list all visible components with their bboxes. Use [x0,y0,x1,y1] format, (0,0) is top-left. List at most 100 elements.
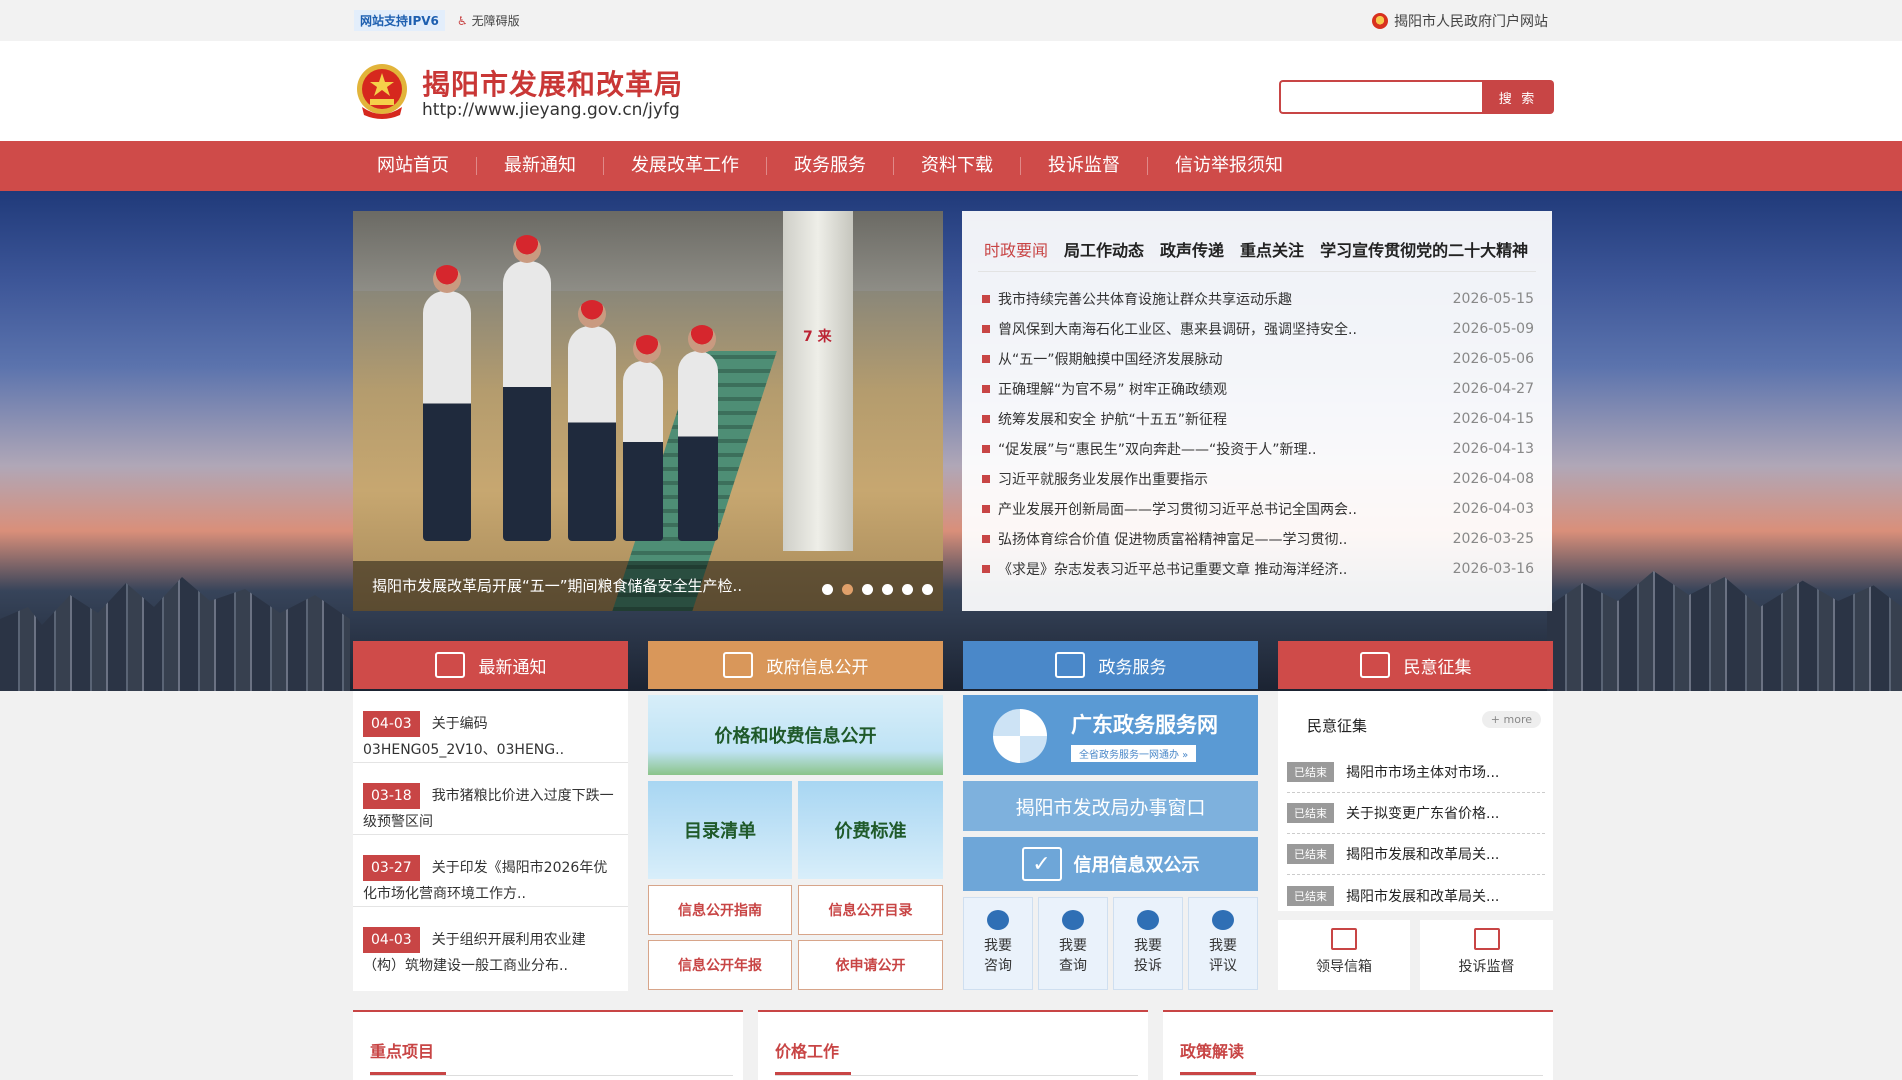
news-item[interactable]: 统筹发展和安全 护航“十五五”新征程 2026-04-15 [982,404,1534,434]
tab-voice[interactable]: 政声传递 [1160,237,1224,261]
review-button[interactable]: 我要评议 [1188,897,1258,990]
gd-gov-service-sub: 全省政务服务一网通办 » [1071,744,1197,762]
policy-interpretation-title[interactable]: 政策解读 [1180,1038,1244,1062]
info-request-link[interactable]: 依申请公开 [798,940,943,990]
key-projects-title[interactable]: 重点项目 [370,1038,434,1062]
opinion-text: 揭阳市发展和改革局关... [1346,888,1500,905]
divider [370,1075,733,1076]
exchange-icon [1359,652,1390,678]
news-item[interactable]: 从“五一”假期触摸中国经济发展脉动 2026-05-06 [982,344,1534,374]
info-annual-report-link[interactable]: 信息公开年报 [648,940,792,990]
news-title: 弘扬体育综合价值 促进物质富裕精神富足——学习贯彻.. [982,529,1347,549]
policy-interpretation-box: 政策解读 [1163,1010,1553,1080]
gd-gov-service-title: 广东政务服务网 [1071,712,1218,737]
slide-pillar: 7 来 [783,211,853,551]
notice-item[interactable]: 04-03 关于编码03HENG05_2V10、03HENG.. [353,691,628,763]
news-item[interactable]: 正确理解“为官不易” 树牢正确政绩观 2026-04-27 [982,374,1534,404]
more-link[interactable]: + more [1481,711,1541,728]
price-standard-banner[interactable]: 价费标准 [798,781,943,879]
section-gov-service-label: 政务服务 [1098,657,1167,678]
news-item[interactable]: “促发展”与“惠民生”双向奔赴——“投资于人”新理.. 2026-04-13 [982,434,1534,464]
gd-gov-service-banner[interactable]: 广东政务服务网 全省政务服务一网通办 » [963,695,1258,775]
nav-gov-service[interactable]: 政务服务 [767,157,894,175]
complain-button[interactable]: 我要投诉 [1113,897,1183,990]
nav-downloads[interactable]: 资料下载 [894,157,1021,175]
news-date: 2026-05-15 [1452,291,1534,307]
news-date: 2026-04-08 [1452,471,1534,487]
consult-label: 我要咨询 [984,938,1012,974]
price-info-banner[interactable]: 价格和收费信息公开 [648,695,943,775]
main-nav: 网站首页 最新通知 发展改革工作 政务服务 资料下载 投诉监督 信访举报须知 [0,141,1902,191]
news-item[interactable]: 产业发展开创新局面——学习贯彻习近平总书记全国两会.. 2026-04-03 [982,494,1534,524]
consult-button[interactable]: 我要咨询 [963,897,1033,990]
news-item[interactable]: 曾风保到大南海石化工业区、惠来县调研，强调坚持安全.. 2026-05-09 [982,314,1534,344]
tab-study[interactable]: 学习宣传贯彻党的二十大精神 [1320,237,1528,261]
notice-date-tag: 03-27 [363,855,420,881]
notice-item[interactable]: 03-27 关于印发《揭阳市2026年优化市场化营商环境工作方.. [353,835,628,907]
portal-link[interactable]: 揭阳市人民政府门户网站 [1372,11,1548,31]
nav-home[interactable]: 网站首页 [350,157,477,175]
credit-info-banner[interactable]: ✓ 信用信息双公示 [963,837,1258,891]
nav-complaint[interactable]: 投诉监督 [1021,157,1148,175]
chat-icon [987,910,1009,930]
news-item[interactable]: 《求是》杂志发表习近平总书记重要文章 推动海洋经济.. 2026-03-16 [982,554,1534,584]
opinion-item[interactable]: 已结束 揭阳市发展和改革局关... [1287,875,1545,916]
news-title: 产业发展开创新局面——学习贯彻习近平总书记全国两会.. [982,499,1357,519]
slider-dot[interactable] [902,584,913,595]
slider-dot[interactable] [862,584,873,595]
hero-background [0,191,1902,691]
section-opinion-header[interactable]: 民意征集 [1278,641,1553,689]
search-input[interactable] [1279,80,1482,114]
top-bar-left: 网站支持IPV6 ♿ 无障碍版 [354,10,520,31]
speech-bubble-icon [1212,910,1234,930]
catalog-list-banner[interactable]: 目录清单 [648,781,792,879]
notice-list: 04-03 关于编码03HENG05_2V10、03HENG.. 03-18 我市猪… [353,691,628,991]
opinion-item[interactable]: 已结束 揭阳市市场主体对市场... [1287,752,1545,793]
info-guide-link[interactable]: 信息公开指南 [648,885,792,935]
search-button[interactable]: 搜 索 [1482,80,1554,114]
ipv6-badge: 网站支持IPV6 [354,10,445,31]
nav-notice[interactable]: 最新通知 [477,157,604,175]
complaint-supervision-label: 投诉监督 [1458,959,1515,975]
section-gov-info-header[interactable]: 政府信息公开 [648,641,943,689]
slider-dot[interactable] [922,584,933,595]
complaint-supervision-button[interactable]: 投诉监督 [1420,920,1553,990]
nav-reform-work[interactable]: 发展改革工作 [604,157,767,175]
accessible-link[interactable]: ♿ 无障碍版 [457,12,520,29]
tab-focus[interactable]: 重点关注 [1240,237,1304,261]
section-gov-service-header[interactable]: 政务服务 [963,641,1258,689]
status-badge: 已结束 [1287,762,1334,782]
cityscape-right [1547,571,1902,691]
notice-item[interactable]: 03-18 我市猪粮比价进入过度下跌一级预警区间 [353,763,628,835]
search-icon [1062,910,1084,930]
news-title: 《求是》杂志发表习近平总书记重要文章 推动海洋经济.. [982,559,1347,579]
divider [1180,1075,1543,1076]
tab-bureau-news[interactable]: 局工作动态 [1064,237,1144,261]
section-notice-header[interactable]: 最新通知 [353,641,628,689]
service-window-banner[interactable]: 揭阳市发改局办事窗口 [963,781,1258,831]
leader-mailbox-button[interactable]: 领导信箱 [1278,920,1410,990]
slider-dot[interactable] [882,584,893,595]
slider-dot[interactable] [822,584,833,595]
news-item[interactable]: 弘扬体育综合价值 促进物质富裕精神富足——学习贯彻.. 2026-03-25 [982,524,1534,554]
search-bar: 搜 索 [1279,80,1554,114]
news-item[interactable]: 习近平就服务业发展作出重要指示 2026-04-08 [982,464,1534,494]
news-item[interactable]: 我市持续完善公共体育设施让群众共享运动乐趣 2026-05-15 [982,284,1534,314]
slider-dot[interactable] [842,584,853,595]
notice-item[interactable]: 04-03 关于组织开展利用农业建（构）筑物建设一般工商业分布.. [353,907,628,979]
price-work-title[interactable]: 价格工作 [775,1038,839,1062]
slide-person [678,325,718,541]
news-title: 统筹发展和安全 护航“十五五”新征程 [982,409,1227,429]
tab-politics[interactable]: 时政要闻 [984,237,1048,261]
news-date: 2026-04-13 [1452,441,1534,457]
news-date: 2026-05-09 [1452,321,1534,337]
opinion-item[interactable]: 已结束 关于拟变更广东省价格... [1287,793,1545,834]
query-button[interactable]: 我要查询 [1038,897,1108,990]
opinion-item[interactable]: 已结束 揭阳市发展和改革局关... [1287,834,1545,875]
image-slider[interactable]: 7 来 揭阳市发展改革局开展“五一”期间粮食储备安全生产检.. [353,211,943,611]
opinion-title: 民意征集 [1307,717,1368,735]
news-date: 2026-05-06 [1452,351,1534,367]
info-catalog-link[interactable]: 信息公开目录 [798,885,943,935]
notice-date-tag: 04-03 [363,711,420,737]
nav-petition[interactable]: 信访举报须知 [1148,157,1310,175]
